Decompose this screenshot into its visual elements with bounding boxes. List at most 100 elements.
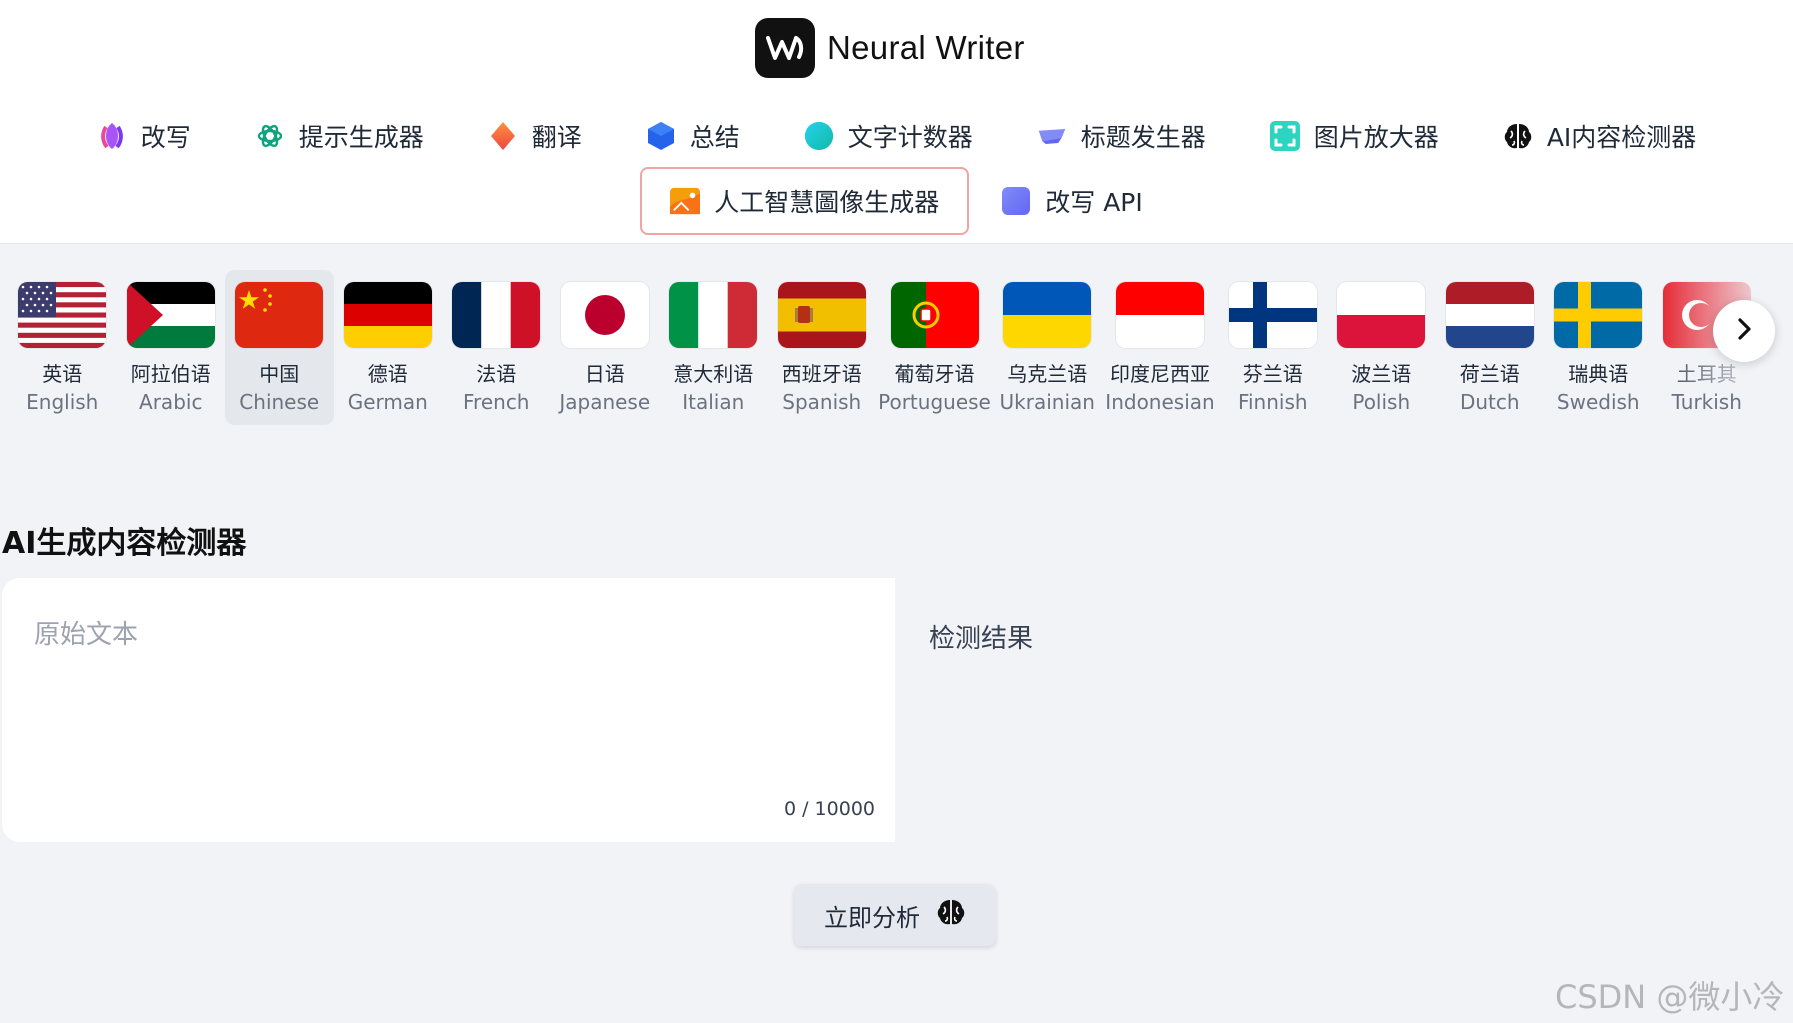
diamond-icon xyxy=(488,121,518,151)
flag-se-icon xyxy=(1554,282,1643,348)
language-english-name: French xyxy=(463,390,530,414)
language-native-name: 德语 xyxy=(367,362,408,386)
nav-label: 标题发生器 xyxy=(1080,123,1206,152)
openai-icon xyxy=(255,121,285,151)
language-german[interactable]: 德语 German xyxy=(334,270,443,425)
nav-ai-image-generator[interactable]: 人工智慧圖像生成器 xyxy=(640,167,970,235)
language-chinese[interactable]: 中国 Chinese xyxy=(225,270,334,425)
nav-label: 改写 API xyxy=(1045,188,1143,217)
language-native-name: 法语 xyxy=(476,362,517,386)
flag-ua-icon xyxy=(1003,282,1092,348)
language-english-name: Indonesian xyxy=(1105,390,1215,414)
flag-jp-icon xyxy=(560,282,649,348)
nav-title-generator[interactable]: 标题发生器 xyxy=(1027,108,1216,164)
brain-icon xyxy=(1503,121,1533,151)
flag-ps-icon xyxy=(126,282,215,348)
language-indonesian[interactable]: 印度尼西亚 Indonesian xyxy=(1102,270,1219,425)
main-nav: 改写 提示生成器 翻译 总结 文字计数器 标题发生器 图片放大器 AI内容检测器 xyxy=(0,108,1793,164)
flag-es-icon xyxy=(777,282,866,348)
flag-cn-icon xyxy=(235,282,324,348)
brand-name: Neural Writer xyxy=(827,29,1025,66)
nav-label: 改写 xyxy=(140,123,191,152)
language-native-name: 中国 xyxy=(259,362,300,386)
flag-de-icon xyxy=(343,282,432,348)
language-english-name: Finnish xyxy=(1237,390,1308,414)
flag-nl-icon xyxy=(1445,282,1534,348)
flag-pt-icon xyxy=(890,282,979,348)
language-native-name: 葡萄牙语 xyxy=(894,362,975,386)
nav-paraphrase[interactable]: 改写 xyxy=(87,108,201,164)
language-native-name: 荷兰语 xyxy=(1459,362,1520,386)
language-native-name: 西班牙语 xyxy=(781,362,862,386)
language-native-name: 印度尼西亚 xyxy=(1110,362,1210,386)
language-italian[interactable]: 意大利语 Italian xyxy=(659,270,768,425)
language-english-name: Turkish xyxy=(1671,390,1742,414)
flag-pl-icon xyxy=(1337,282,1426,348)
language-next-button[interactable] xyxy=(1713,300,1775,362)
flag-id-icon xyxy=(1116,282,1204,348)
image-icon xyxy=(670,186,701,216)
nav-label: 提示生成器 xyxy=(298,123,424,152)
nav-paraphrase-api[interactable]: 改写 API xyxy=(991,173,1153,229)
language-english-name: Swedish xyxy=(1556,390,1640,414)
language-polish[interactable]: 波兰语 Polish xyxy=(1327,270,1436,425)
language-selector: 英语 English 阿拉伯语 Arabic 中国 Chinese 德语 Ger… xyxy=(0,270,1793,450)
language-english-name: Chinese xyxy=(239,390,320,414)
detector-panel: 0 / 10000 检测结果 xyxy=(2,578,1790,842)
watermark: CSDN @微小冷 xyxy=(1555,978,1785,1016)
analyze-button-label: 立即分析 xyxy=(824,903,920,932)
language-french[interactable]: 法语 French xyxy=(442,270,551,425)
nav-word-counter[interactable]: 文字计数器 xyxy=(794,108,983,164)
brand[interactable]: Neural Writer xyxy=(755,18,1025,78)
language-native-name: 瑞典语 xyxy=(1568,362,1629,386)
source-text-input[interactable] xyxy=(34,614,864,784)
language-native-name: 意大利语 xyxy=(673,362,754,386)
nav-label: 翻译 xyxy=(531,123,582,152)
brain-icon xyxy=(936,898,966,932)
language-spanish[interactable]: 西班牙语 Spanish xyxy=(768,270,877,425)
feather-icon xyxy=(97,121,127,151)
language-english-name: Ukrainian xyxy=(999,390,1095,414)
chevron-right-icon xyxy=(1733,316,1755,346)
nav-label: 人工智慧圖像生成器 xyxy=(714,188,940,217)
language-english-name: Portuguese xyxy=(878,390,991,414)
language-native-name: 土耳其 xyxy=(1676,362,1737,386)
language-english-name: Polish xyxy=(1352,390,1411,414)
language-arabic[interactable]: 阿拉伯语 Arabic xyxy=(117,270,226,425)
language-english-name: Japanese xyxy=(559,390,651,414)
circle-icon xyxy=(804,121,834,151)
language-native-name: 波兰语 xyxy=(1351,362,1412,386)
language-ukrainian[interactable]: 乌克兰语 Ukrainian xyxy=(993,270,1102,425)
language-finnish[interactable]: 芬兰语 Finnish xyxy=(1219,270,1328,425)
language-dutch[interactable]: 荷兰语 Dutch xyxy=(1436,270,1545,425)
brand-logo-icon xyxy=(755,18,815,78)
language-portuguese[interactable]: 葡萄牙语 Portuguese xyxy=(876,270,993,425)
language-native-name: 英语 xyxy=(42,362,83,386)
nav-translate[interactable]: 翻译 xyxy=(478,108,592,164)
square-icon xyxy=(1001,186,1031,216)
flag-us-icon xyxy=(18,282,107,348)
result-pane: 检测结果 xyxy=(895,578,1790,842)
language-english-name: Dutch xyxy=(1459,390,1520,414)
language-swedish[interactable]: 瑞典语 Swedish xyxy=(1544,270,1653,425)
language-english-name: Spanish xyxy=(782,390,862,414)
flag-fi-icon xyxy=(1228,282,1317,348)
nav-ai-detector[interactable]: AI内容检测器 xyxy=(1493,108,1706,164)
language-english-name: English xyxy=(26,390,99,414)
analyze-button[interactable]: 立即分析 xyxy=(794,884,996,946)
expand-icon xyxy=(1269,121,1300,151)
language-japanese[interactable]: 日语 Japanese xyxy=(551,270,660,425)
nav-image-upscaler[interactable]: 图片放大器 xyxy=(1260,108,1449,164)
flag-fr-icon xyxy=(452,282,541,348)
flag-it-icon xyxy=(669,282,758,348)
nav-label: AI内容检测器 xyxy=(1546,123,1697,152)
language-english-name: Italian xyxy=(682,390,745,414)
language-english-name: German xyxy=(347,390,428,414)
language-native-name: 乌克兰语 xyxy=(1007,362,1088,386)
language-english[interactable]: 英语 English xyxy=(8,270,117,425)
nav-label: 文字计数器 xyxy=(847,123,973,152)
char-counter: 0 / 10000 xyxy=(783,798,875,820)
nav-summarize[interactable]: 总结 xyxy=(636,108,750,164)
nav-prompt-generator[interactable]: 提示生成器 xyxy=(245,108,434,164)
nav-label: 图片放大器 xyxy=(1313,123,1439,152)
